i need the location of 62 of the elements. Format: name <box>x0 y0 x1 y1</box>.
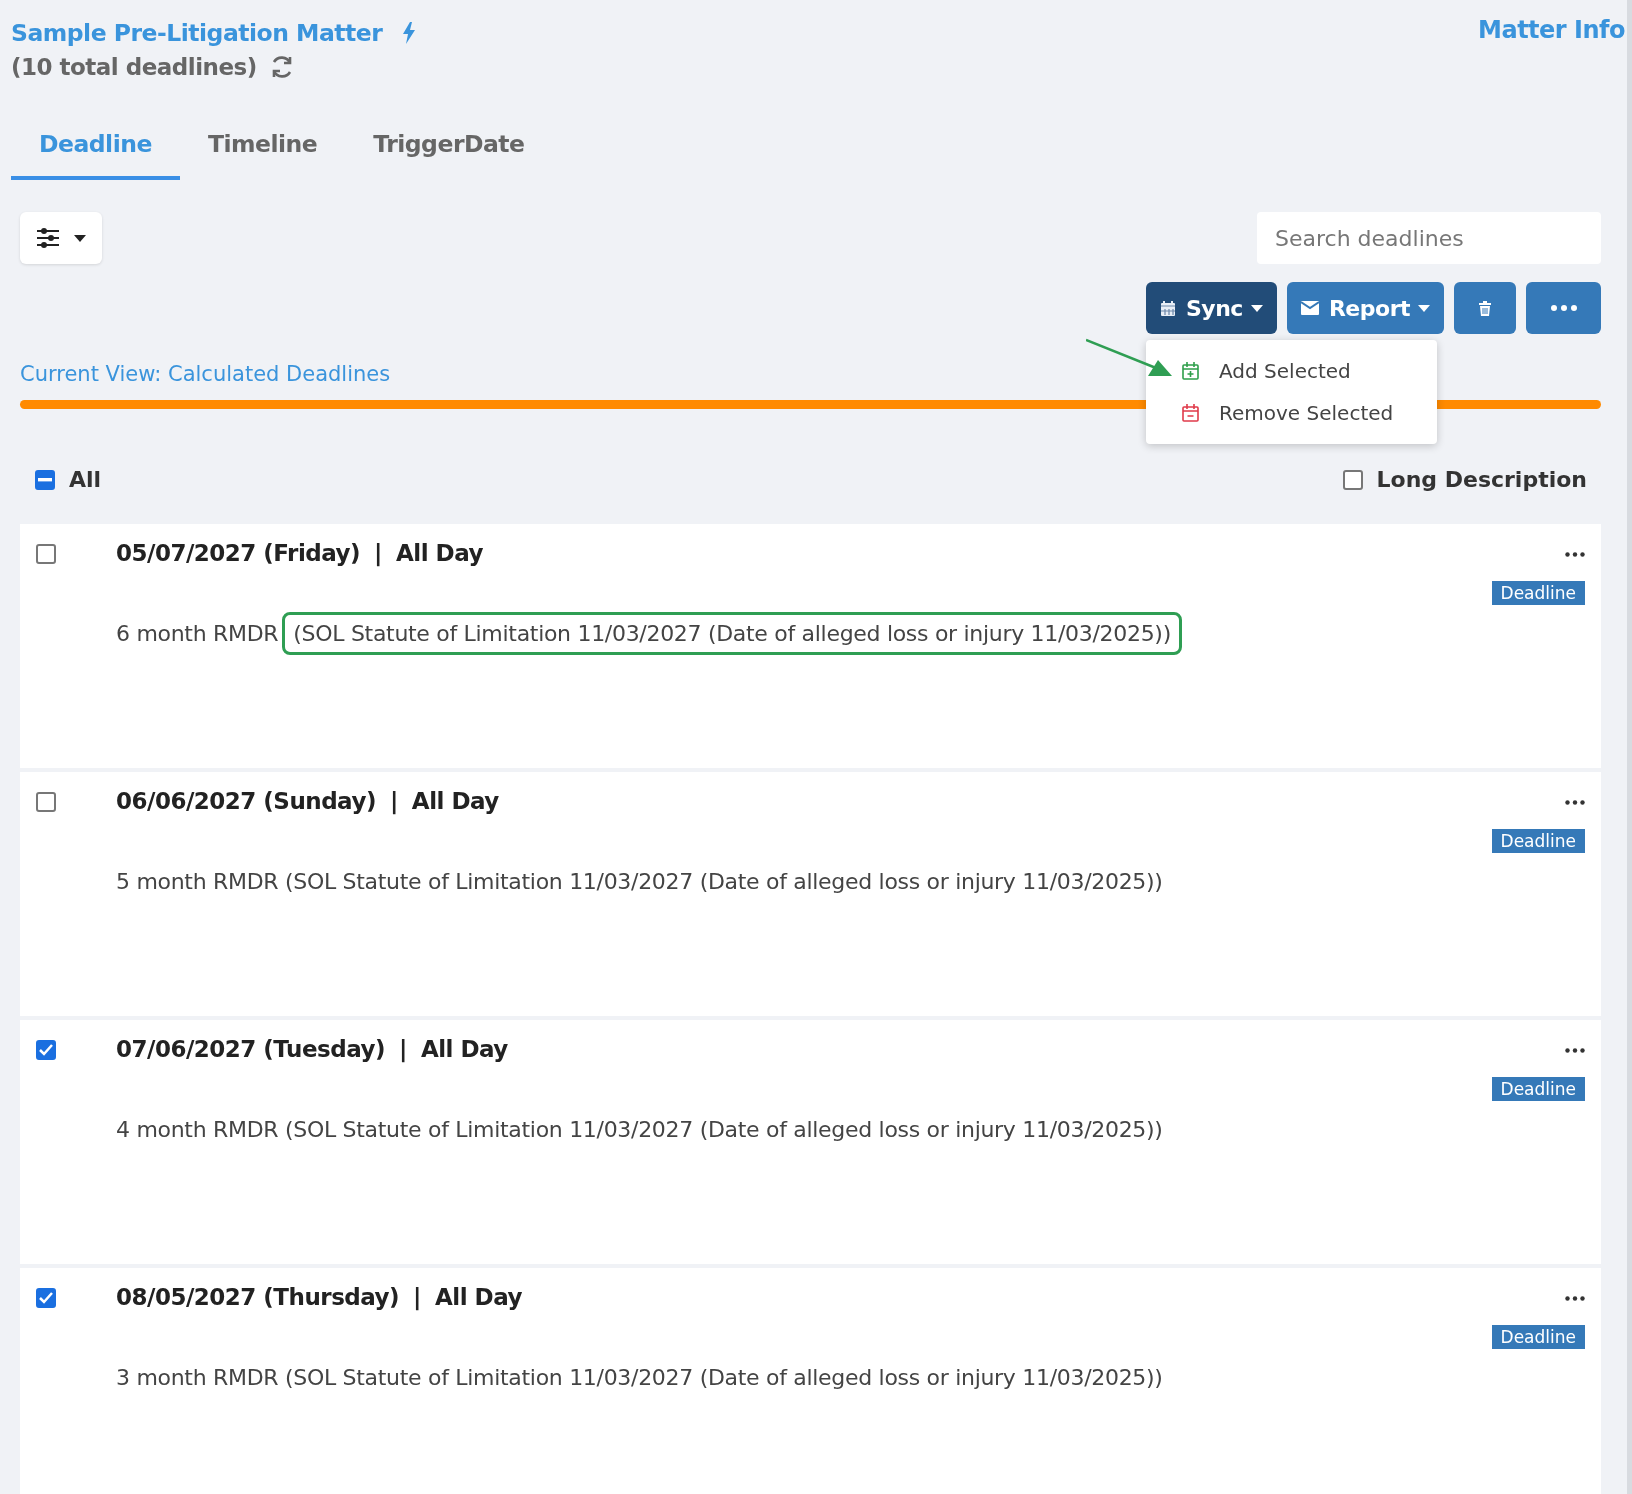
caret-icon <box>1250 304 1263 312</box>
sliders-icon <box>36 228 60 248</box>
select-all-label: All <box>69 467 102 492</box>
calendar-plus-icon <box>1182 362 1199 380</box>
separator: | <box>413 1284 421 1310</box>
delete-button[interactable] <box>1454 282 1516 334</box>
matter-title[interactable]: Sample Pre-Litigation Matter <box>11 19 383 47</box>
menu-item[interactable]: Remove Selected <box>1146 392 1437 434</box>
deadline-count: (10 total deadlines) <box>11 54 257 80</box>
caret-icon <box>1418 304 1430 312</box>
more-icon[interactable] <box>1565 552 1585 557</box>
check-icon <box>39 1292 53 1304</box>
separator: | <box>389 788 398 814</box>
more-icon[interactable] <box>1565 1296 1585 1301</box>
deadline-date: 05/07/2027 (Friday) <box>116 540 361 566</box>
deadline-description: 6 month RMDR <box>116 621 279 646</box>
long-description-label: Long Description <box>1376 467 1587 492</box>
row-checkbox[interactable] <box>36 1288 56 1308</box>
select-all-checkbox[interactable] <box>35 469 55 490</box>
sync-button[interactable]: Sync <box>1146 282 1277 334</box>
long-description-checkbox[interactable] <box>1342 469 1363 490</box>
deadline-time: All Day <box>396 540 483 566</box>
deadline-date: 08/05/2027 (Thursday) <box>116 1284 400 1310</box>
deadline-description: 5 month RMDR (SOL Statute of Limitation 11/03/2027 (Date of alleged loss or injury 11/03/2025)) <box>116 869 1163 894</box>
deadline-date: 07/06/2027 (Tuesday) <box>116 1036 385 1062</box>
row-checkbox[interactable] <box>36 544 56 564</box>
separator: | <box>398 1036 407 1062</box>
caret-icon <box>74 234 86 242</box>
deadline-description: 4 month RMDR (SOL Statute of Limitation 11/03/2027 (Date of alleged loss or injury 11/03/2025)) <box>116 1117 1163 1142</box>
search-field[interactable]: Search deadlines <box>1257 212 1601 264</box>
deadline-description: 3 month RMDR (SOL Statute of Limitation 11/03/2027 (Date of alleged loss or injury 11/03/2025)) <box>116 1365 1163 1390</box>
current-view-label: Current View: Calculated Deadlines <box>20 362 391 386</box>
deadline-tag: Deadline <box>1491 1077 1585 1101</box>
calendar-minus-icon <box>1182 404 1199 422</box>
deadline-time: All Day <box>411 788 499 814</box>
more-icon[interactable] <box>1565 1048 1585 1053</box>
matter-info-link[interactable]: Matter Info <box>1478 16 1625 44</box>
menu-item[interactable]: Add Selected <box>1146 350 1437 392</box>
row-checkbox[interactable] <box>36 1040 56 1060</box>
minus-icon <box>38 477 52 482</box>
more-icon <box>1550 305 1577 311</box>
trash-icon <box>1479 300 1491 316</box>
envelope-icon <box>1300 301 1319 315</box>
deadline-tag: Deadline <box>1491 1325 1585 1349</box>
tab[interactable]: TriggerDate <box>345 130 553 180</box>
row-checkbox[interactable] <box>36 792 56 812</box>
more-button[interactable] <box>1526 282 1601 334</box>
check-icon <box>39 1044 53 1056</box>
tab[interactable]: Deadline <box>11 130 180 180</box>
separator: | <box>374 540 382 566</box>
deadline-time: All Day <box>435 1284 522 1310</box>
lightning-icon[interactable] <box>402 22 417 44</box>
tab[interactable]: Timeline <box>179 130 346 180</box>
filter-button[interactable] <box>20 212 102 264</box>
deadline-tag: Deadline <box>1491 581 1585 605</box>
deadline-date: 06/06/2027 (Sunday) <box>116 788 376 814</box>
deadline-time: All Day <box>420 1036 508 1062</box>
highlighted-description: (SOL Statute of Limitation 11/03/2027 (Date of alleged loss or injury 11/03/2025)) <box>282 612 1182 655</box>
calendar-icon <box>1160 299 1176 317</box>
report-button[interactable]: Report <box>1286 282 1444 334</box>
deadline-tag: Deadline <box>1491 829 1585 853</box>
more-icon[interactable] <box>1565 800 1585 805</box>
